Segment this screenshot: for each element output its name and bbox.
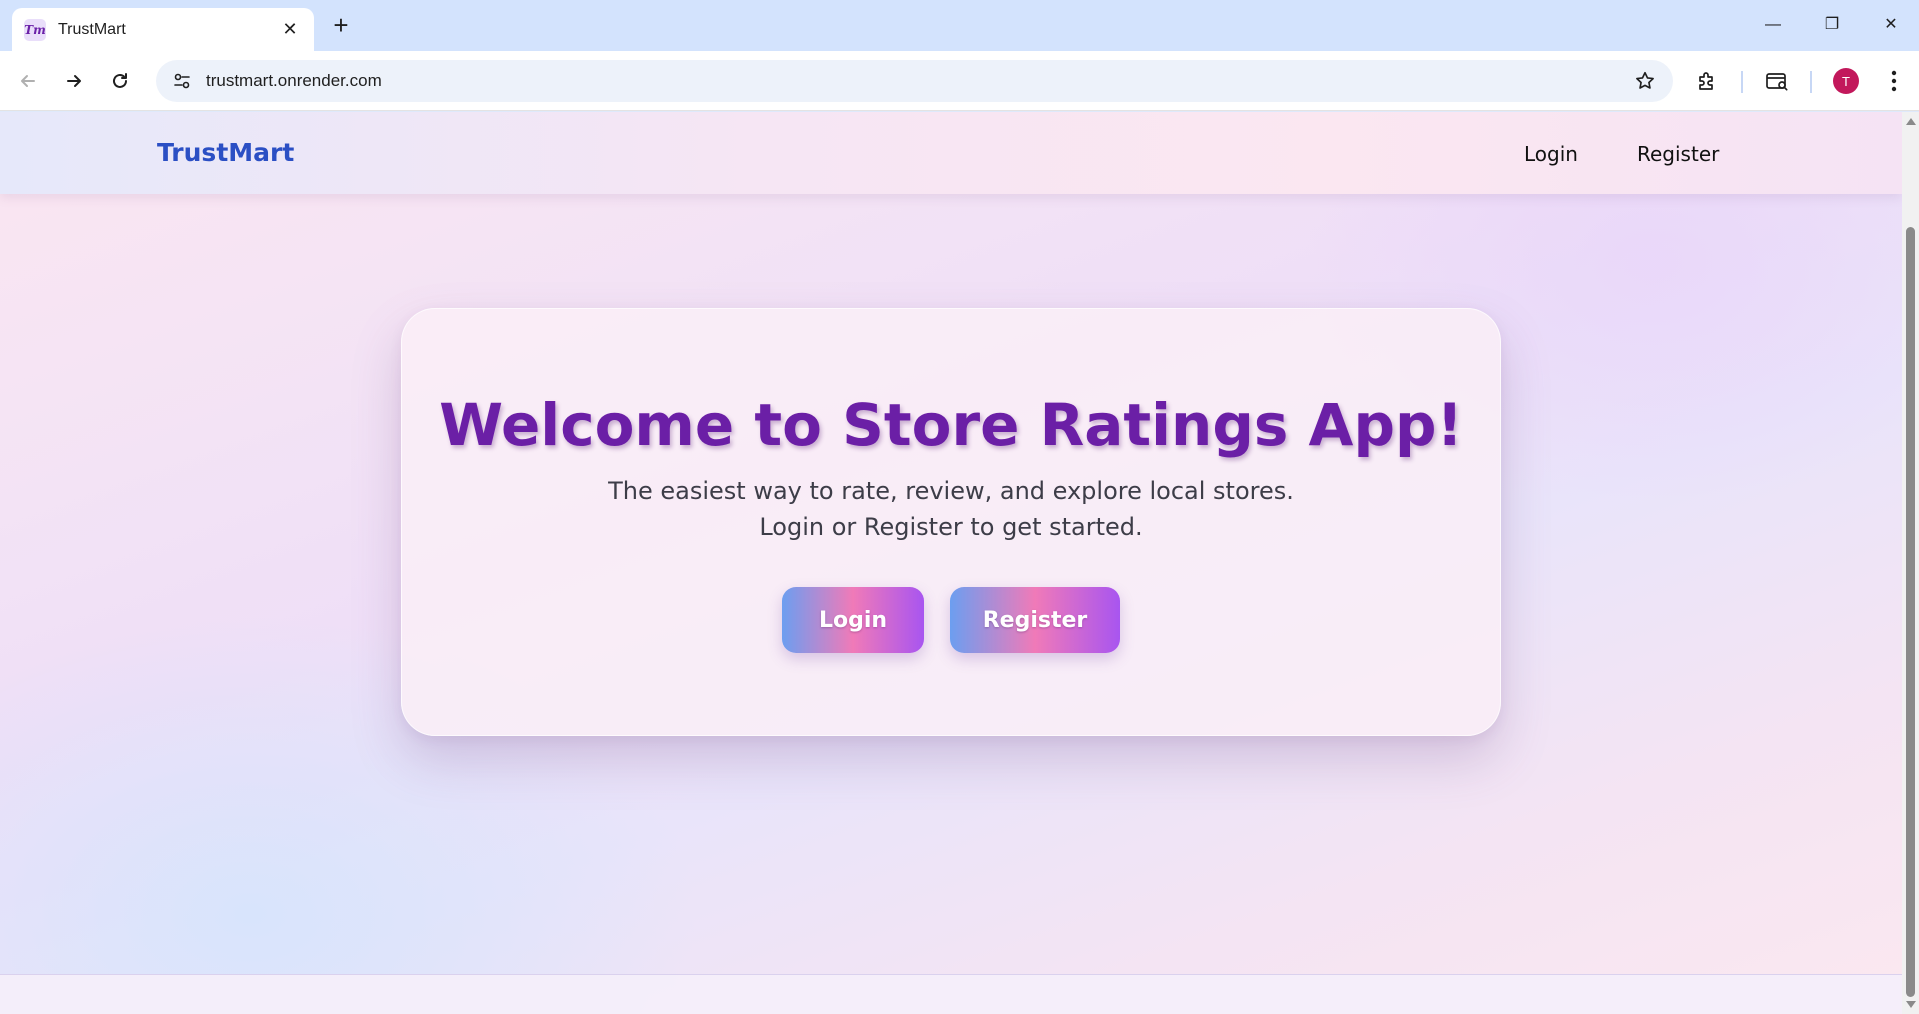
nav-login-link[interactable]: Login <box>1524 142 1578 166</box>
scroll-up-arrow-icon[interactable] <box>1906 118 1916 125</box>
trustmart-favicon-icon: Tm <box>24 18 46 41</box>
toolbar-divider <box>1741 71 1743 93</box>
tab-title: TrustMart <box>58 20 126 38</box>
window-close-icon[interactable]: ✕ <box>1876 12 1906 38</box>
address-bar[interactable]: trustmart.onrender.com <box>156 60 1673 102</box>
profile-avatar[interactable]: T <box>1833 68 1859 94</box>
scroll-thumb[interactable] <box>1906 227 1915 997</box>
page-scrollbar[interactable] <box>1902 112 1919 1014</box>
forward-arrow-icon[interactable] <box>60 67 88 95</box>
hero-register-button[interactable]: Register <box>950 587 1120 653</box>
bookmark-star-icon[interactable] <box>1625 61 1665 101</box>
site-navbar: TrustMart Login Register <box>0 112 1902 194</box>
hero-subtitle-line-2: Login or Register to get started. <box>759 513 1143 541</box>
hero-login-button[interactable]: Login <box>782 587 924 653</box>
tab-search-icon[interactable] <box>1761 65 1793 97</box>
reload-icon[interactable] <box>106 67 134 95</box>
new-tab-icon[interactable]: + <box>328 12 354 38</box>
extensions-puzzle-icon[interactable] <box>1691 65 1723 97</box>
nav-register-link[interactable]: Register <box>1637 142 1719 166</box>
scroll-down-arrow-icon[interactable] <box>1906 1001 1916 1008</box>
browser-toolbar: trustmart.onrender.com <box>0 51 1919 111</box>
toolbar-divider <box>1810 71 1812 93</box>
hero-title: Welcome to Store Ratings App! <box>439 391 1463 459</box>
brand-logo-link[interactable]: TrustMart <box>157 138 294 167</box>
page-viewport: TrustMart Login Register Welcome to Stor… <box>0 112 1902 1014</box>
browser-tab[interactable]: Tm TrustMart ✕ <box>12 8 314 51</box>
hero-card: Welcome to Store Ratings App! The easies… <box>401 308 1501 736</box>
kebab-menu-icon[interactable] <box>1878 65 1910 97</box>
hero-subtitle-line-1: The easiest way to rate, review, and exp… <box>608 477 1294 505</box>
tab-close-icon[interactable]: ✕ <box>278 19 302 40</box>
back-arrow-icon[interactable] <box>14 67 42 95</box>
hero-subtitle: The easiest way to rate, review, and exp… <box>402 473 1500 545</box>
restore-icon[interactable]: ❐ <box>1817 12 1847 38</box>
minimize-icon[interactable]: — <box>1758 12 1788 38</box>
hero-actions: Login Register <box>402 587 1500 653</box>
site-info-icon[interactable] <box>162 61 202 101</box>
page-footer <box>0 974 1902 1014</box>
url-text[interactable]: trustmart.onrender.com <box>206 71 1625 91</box>
browser-tabstrip: Tm TrustMart ✕ + — ❐ ✕ <box>0 0 1919 51</box>
